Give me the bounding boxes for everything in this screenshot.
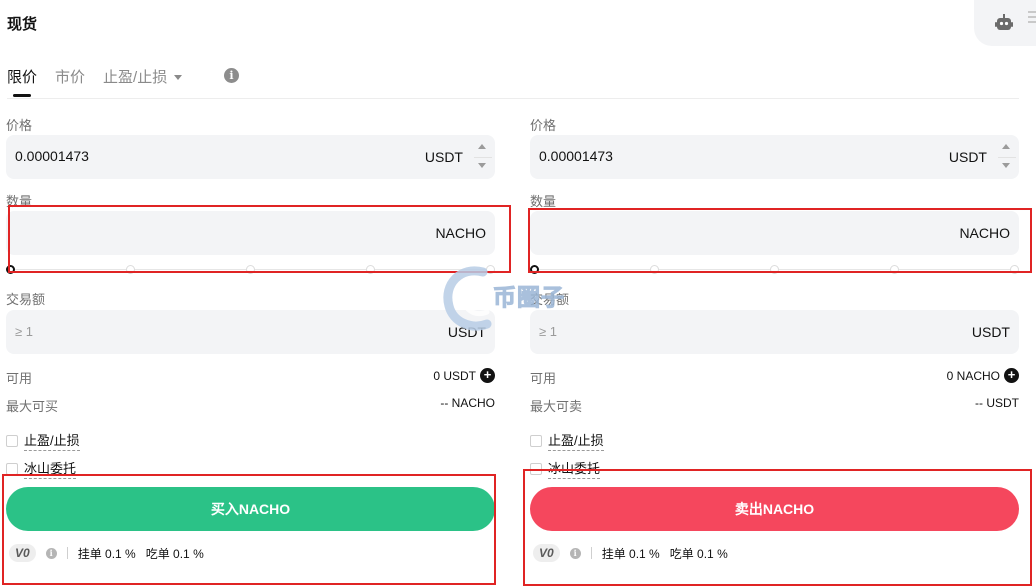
- iceberg-checkbox-label: 冰山委托: [24, 458, 77, 479]
- increment-icon[interactable]: [1002, 144, 1010, 149]
- chevron-down-icon: [174, 74, 183, 80]
- fee-info: V0 i 挂单 0.1 % 吃单 0.1 %: [9, 544, 204, 562]
- maker-fee: 挂单 0.1 %: [601, 546, 660, 561]
- max-sell-value: -- USDT: [975, 396, 1019, 410]
- iceberg-checkbox[interactable]: 冰山委托: [6, 458, 77, 479]
- available-value: 0 USDT: [433, 368, 476, 383]
- buy-button[interactable]: 买入NACHO: [6, 487, 495, 531]
- amount-label: 数量: [530, 194, 557, 209]
- tpsl-checkbox[interactable]: 止盈/止损: [6, 430, 80, 451]
- slider-mark-75[interactable]: [366, 265, 375, 274]
- slider-mark-100[interactable]: [1010, 265, 1019, 274]
- amount-input[interactable]: NACHO: [530, 211, 1019, 255]
- price-label: 价格: [6, 118, 33, 133]
- watermark-text: 币圈子: [493, 284, 565, 311]
- price-value: 0.00001473: [15, 148, 89, 164]
- total-label: 交易额: [6, 292, 46, 307]
- info-icon[interactable]: i: [224, 68, 239, 83]
- tpsl-checkbox[interactable]: 止盈/止损: [530, 430, 604, 451]
- available-label: 可用: [6, 371, 33, 386]
- vip-level-badge[interactable]: V0: [533, 544, 560, 562]
- taker-fee: 吃单 0.1 %: [669, 546, 728, 561]
- iceberg-checkbox-label: 冰山委托: [548, 458, 601, 479]
- iceberg-checkbox[interactable]: 冰山委托: [530, 458, 601, 479]
- price-unit: USDT: [948, 149, 987, 165]
- fee-info: V0 i 挂单 0.1 % 吃单 0.1 %: [533, 544, 728, 562]
- price-stepper[interactable]: [995, 135, 1019, 179]
- robot-icon[interactable]: [995, 14, 1013, 32]
- available-label: 可用: [530, 371, 557, 386]
- slider-handle[interactable]: [6, 265, 15, 274]
- checkbox-box[interactable]: [530, 462, 542, 475]
- checkbox-box[interactable]: [6, 434, 18, 447]
- increment-icon[interactable]: [478, 144, 486, 149]
- page-title: 现货: [7, 16, 38, 33]
- amount-unit: NACHO: [435, 225, 486, 241]
- vip-level-badge[interactable]: V0: [9, 544, 36, 562]
- total-unit: USDT: [971, 324, 1010, 340]
- max-sell-label: 最大可卖: [530, 399, 583, 414]
- price-stepper[interactable]: [471, 135, 495, 179]
- slider-mark-50[interactable]: [246, 265, 255, 274]
- plus-circle-icon[interactable]: +: [1004, 368, 1019, 383]
- slider-mark-25[interactable]: [650, 265, 659, 274]
- tpsl-checkbox-label: 止盈/止损: [548, 430, 604, 451]
- total-placeholder: ≥ 1: [15, 324, 33, 339]
- amount-input[interactable]: NACHO: [6, 211, 495, 255]
- tpsl-checkbox-label: 止盈/止损: [24, 430, 80, 451]
- watermark-logo-icon: [443, 266, 492, 331]
- slider-mark-50[interactable]: [770, 265, 779, 274]
- amount-slider[interactable]: [6, 264, 495, 276]
- maker-fee: 挂单 0.1 %: [77, 546, 136, 561]
- price-label: 价格: [530, 118, 557, 133]
- price-value: 0.00001473: [539, 148, 613, 164]
- checkbox-box[interactable]: [6, 462, 18, 475]
- tab-tpsl-label: 止盈/止损: [103, 69, 168, 86]
- amount-label: 数量: [6, 194, 33, 209]
- order-type-tabs: 限价 市价 止盈/止损: [7, 66, 183, 97]
- max-buy-value: -- NACHO: [440, 396, 495, 410]
- slider-mark-25[interactable]: [126, 265, 135, 274]
- checkbox-box[interactable]: [530, 434, 542, 447]
- amount-unit: NACHO: [959, 225, 1010, 241]
- tab-tpsl[interactable]: 止盈/止损: [103, 66, 183, 87]
- slider-mark-75[interactable]: [890, 265, 899, 274]
- total-input[interactable]: ≥ 1 USDT: [6, 310, 495, 354]
- tab-market[interactable]: 市价: [55, 66, 85, 87]
- decrement-icon[interactable]: [478, 163, 486, 168]
- sell-button[interactable]: 卖出NACHO: [530, 487, 1019, 531]
- taker-fee: 吃单 0.1 %: [145, 546, 204, 561]
- tab-limit[interactable]: 限价: [7, 66, 37, 97]
- menu-icon[interactable]: [1028, 11, 1036, 26]
- total-input[interactable]: ≥ 1 USDT: [530, 310, 1019, 354]
- info-icon[interactable]: i: [45, 547, 57, 559]
- price-input[interactable]: 0.00001473 USDT: [6, 135, 495, 179]
- tab-divider: [7, 98, 1019, 99]
- available-value: 0 NACHO: [946, 368, 1000, 383]
- price-input[interactable]: 0.00001473 USDT: [530, 135, 1019, 179]
- plus-circle-icon[interactable]: +: [480, 368, 495, 383]
- info-icon[interactable]: i: [569, 547, 581, 559]
- max-buy-label: 最大可买: [6, 399, 59, 414]
- decrement-icon[interactable]: [1002, 163, 1010, 168]
- price-unit: USDT: [424, 149, 463, 165]
- amount-slider[interactable]: [530, 264, 1019, 276]
- watermark: 币圈子: [443, 264, 593, 334]
